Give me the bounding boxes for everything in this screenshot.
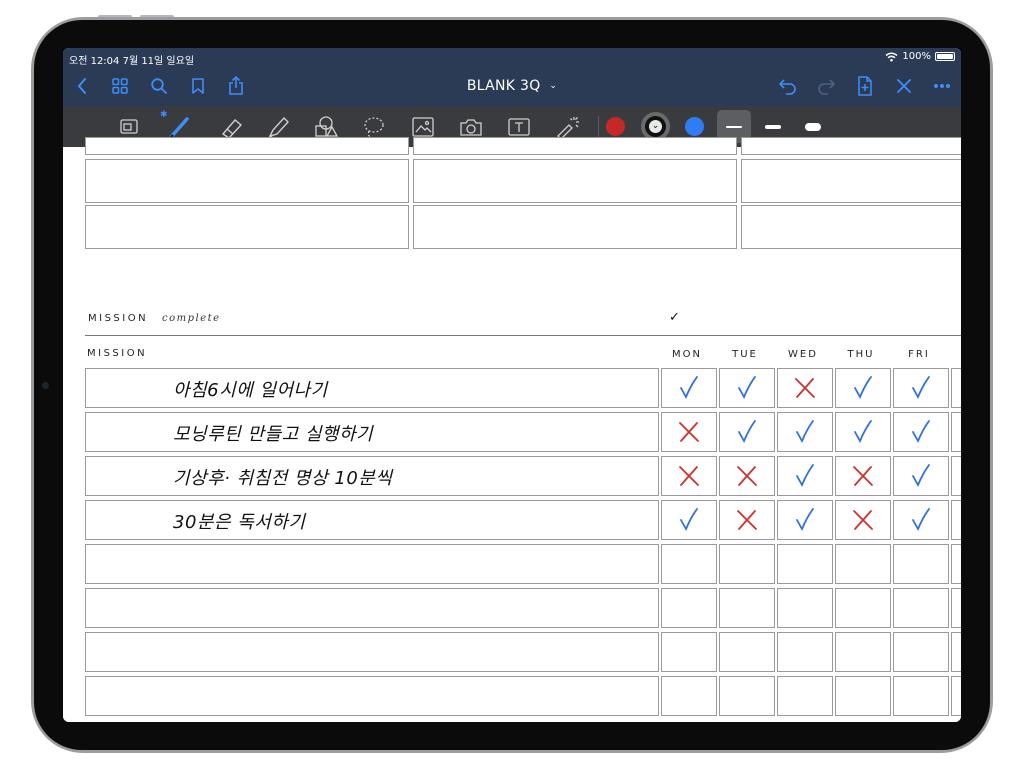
day-cell[interactable] [661,588,717,628]
checkmark-icon [738,376,756,400]
bluetooth-icon: ✱ [160,110,168,120]
mission-row[interactable] [85,588,659,628]
checkmark-icon [796,508,814,532]
day-cell[interactable] [835,588,891,628]
day-header-thu: THU [847,349,875,360]
day-cell[interactable] [951,544,961,584]
note-box [413,159,737,203]
toolbar-divider [598,116,599,138]
complete-check-icon: ✓ [669,310,680,325]
redo-icon[interactable] [815,75,837,97]
day-cell[interactable] [661,632,717,672]
cross-icon [737,510,757,530]
checkmark-icon [912,508,930,532]
note-box [85,137,409,155]
mission-row[interactable] [85,544,659,584]
status-time: 오전 12:04 7월 11일 일요일 [69,56,195,67]
mission-row[interactable] [85,632,659,672]
color-red[interactable] [606,117,625,136]
mission-heading: MISSION [88,313,149,324]
note-box [741,205,961,249]
day-header-wed: WED [788,349,818,360]
day-cell[interactable] [777,544,833,584]
note-box [85,205,409,249]
day-cell[interactable] [777,588,833,628]
document-title[interactable]: BLANK 3Q [467,78,541,94]
mission-text: 모닝루틴 만들고 실행하기 [173,424,374,445]
checkmark-icon [738,420,756,444]
checkmark-icon [912,420,930,444]
day-cell[interactable] [951,456,961,496]
day-cell[interactable] [951,500,961,540]
cross-icon [853,466,873,486]
checkmark-icon [680,376,698,400]
header-rule [85,335,961,336]
day-cell[interactable] [719,676,775,716]
checkmark-icon [912,464,930,488]
navigation-bar: BLANK 3Q ⌄ [63,68,961,106]
cross-icon [737,466,757,486]
note-box [413,205,737,249]
day-cell[interactable] [951,412,961,452]
day-cell[interactable] [777,632,833,672]
checkmark-icon [912,376,930,400]
day-cell[interactable] [893,544,949,584]
day-cell[interactable] [661,544,717,584]
cross-icon [679,466,699,486]
note-box [741,137,961,155]
day-cell[interactable] [893,676,949,716]
checkmark-icon [680,508,698,532]
screen: 오전 12:04 7월 11일 일요일 100% BLANK 3Q ⌄ ✱ ⌄ … [63,48,961,722]
battery-icon [935,52,955,61]
day-header-tue: TUE [732,349,758,360]
checkmark-icon [796,464,814,488]
mission-text: 30분은 독서하기 [173,512,306,533]
note-box [85,159,409,203]
title-chevron-icon[interactable]: ⌄ [549,81,557,91]
day-cell[interactable] [777,676,833,716]
checkmark-icon [854,376,872,400]
mission-text: 아침6시에 일어나기 [173,380,328,401]
undo-icon[interactable] [777,75,799,97]
day-cell[interactable] [951,676,961,716]
note-box [413,137,737,155]
day-cell[interactable] [893,588,949,628]
more-icon[interactable] [931,75,953,97]
mission-text: 기상후· 취침전 명상 10분씩 [173,468,393,489]
mission-row[interactable] [85,676,659,716]
notebook-page[interactable]: MISSION complete ✓ MISSION MON TUE WED T… [63,137,961,722]
color-blue[interactable] [685,117,704,136]
complete-heading: complete [162,313,221,324]
cross-icon [679,422,699,442]
day-cell[interactable] [835,676,891,716]
day-cell[interactable] [835,544,891,584]
status-bar: 오전 12:04 7월 11일 일요일 100% [63,48,961,68]
mission-column-header: MISSION [87,348,148,359]
note-box [741,159,961,203]
day-header-mon: MON [672,349,702,360]
day-cell[interactable] [719,588,775,628]
checkmark-icon [854,420,872,444]
day-cell[interactable] [719,632,775,672]
cross-icon [853,510,873,530]
day-cell[interactable] [719,544,775,584]
battery-percent: 100% [902,51,931,62]
day-cell[interactable] [951,368,961,408]
day-header-fri: FRI [908,349,930,360]
close-icon[interactable] [893,75,915,97]
wifi-icon [885,52,898,61]
day-cell[interactable] [893,632,949,672]
day-cell[interactable] [951,632,961,672]
front-camera [42,382,49,389]
checkmark-icon [796,420,814,444]
day-cell[interactable] [835,632,891,672]
add-page-icon[interactable] [854,75,876,97]
chevron-down-icon: ⌄ [649,120,662,133]
day-cell[interactable] [951,588,961,628]
mission-row[interactable] [85,500,659,540]
day-cell[interactable] [661,676,717,716]
mission-row[interactable] [85,368,659,408]
cross-icon [795,378,815,398]
